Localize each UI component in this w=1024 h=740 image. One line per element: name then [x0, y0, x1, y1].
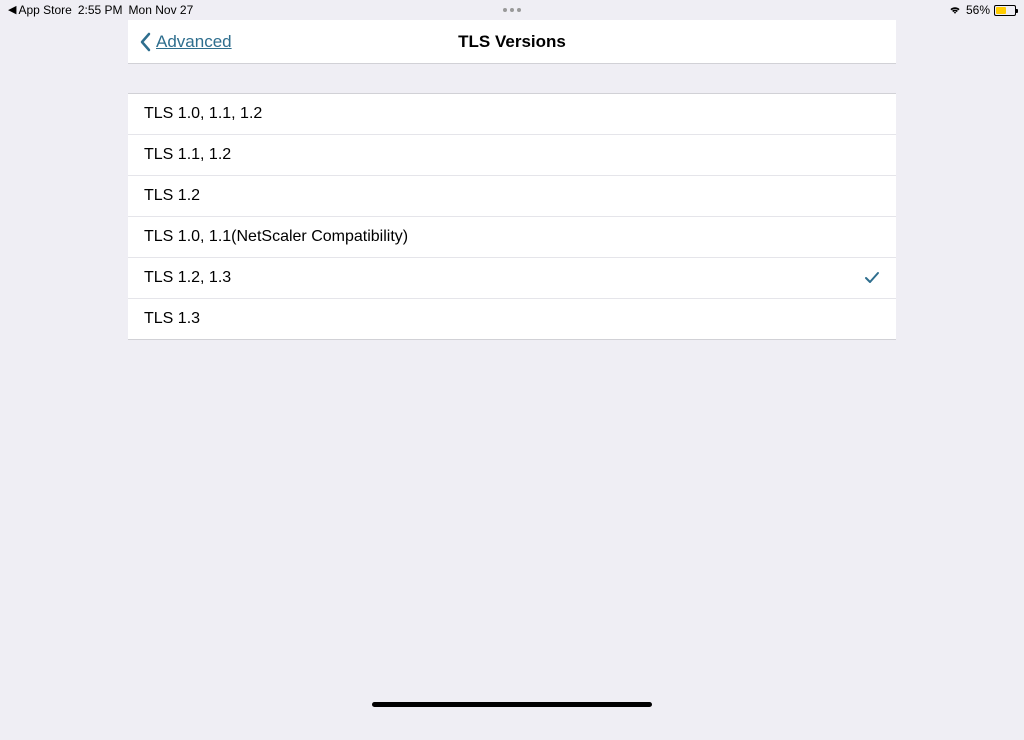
tls-option-label: TLS 1.0, 1.1(NetScaler Compatibility) — [144, 228, 408, 246]
tls-option-label: TLS 1.0, 1.1, 1.2 — [144, 105, 262, 123]
status-bar: ◀ App Store 2:55 PM Mon Nov 27 56% — [0, 0, 1024, 20]
content-container: Advanced TLS Versions TLS 1.0, 1.1, 1.2T… — [128, 20, 896, 740]
tls-option-label: TLS 1.2, 1.3 — [144, 269, 231, 287]
page-title: TLS Versions — [458, 32, 566, 52]
home-indicator[interactable] — [372, 702, 652, 707]
status-time: 2:55 PM — [78, 3, 123, 17]
status-bar-left: ◀ App Store 2:55 PM Mon Nov 27 — [8, 3, 193, 17]
nav-bar: Advanced TLS Versions — [128, 20, 896, 64]
tls-option-label: TLS 1.2 — [144, 187, 200, 205]
chevron-left-icon — [140, 32, 152, 52]
section-spacer — [128, 64, 896, 94]
checkmark-icon — [864, 271, 880, 285]
tls-option-row[interactable]: TLS 1.2 — [128, 176, 896, 217]
return-to-app-button[interactable]: ◀ App Store — [8, 3, 72, 17]
wifi-icon — [948, 5, 962, 15]
battery-percent: 56% — [966, 3, 990, 17]
below-list-area — [128, 340, 896, 740]
status-bar-right: 56% — [948, 3, 1016, 17]
tls-option-row[interactable]: TLS 1.0, 1.1(NetScaler Compatibility) — [128, 217, 896, 258]
multitask-dots-icon[interactable] — [503, 8, 521, 12]
back-button-label: Advanced — [156, 32, 232, 52]
caret-left-icon: ◀ — [8, 5, 16, 16]
tls-option-row[interactable]: TLS 1.0, 1.1, 1.2 — [128, 94, 896, 135]
status-date: Mon Nov 27 — [129, 3, 194, 17]
back-button[interactable]: Advanced — [140, 32, 232, 52]
tls-option-row[interactable]: TLS 1.1, 1.2 — [128, 135, 896, 176]
tls-option-row[interactable]: TLS 1.2, 1.3 — [128, 258, 896, 299]
tls-option-label: TLS 1.1, 1.2 — [144, 146, 231, 164]
tls-option-row[interactable]: TLS 1.3 — [128, 299, 896, 340]
tls-option-label: TLS 1.3 — [144, 310, 200, 328]
battery-icon — [994, 5, 1016, 16]
options-list: TLS 1.0, 1.1, 1.2 TLS 1.1, 1.2 TLS 1.2 TLS … — [128, 94, 896, 340]
return-app-label: App Store — [18, 3, 71, 17]
